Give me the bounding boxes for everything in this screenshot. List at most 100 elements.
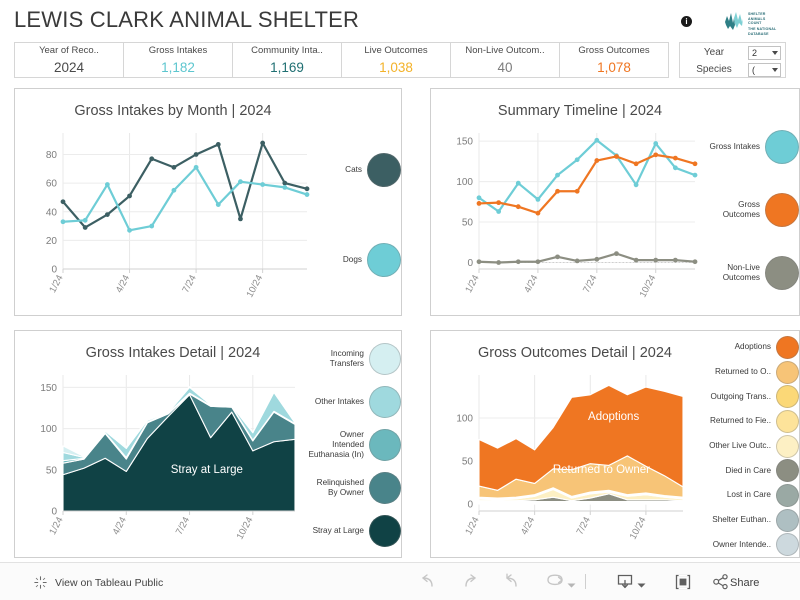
data-point[interactable] (653, 257, 659, 263)
view-on-tableau-public-link[interactable]: View on Tableau Public (33, 575, 163, 590)
data-point[interactable] (104, 212, 110, 217)
redo-button[interactable] (460, 573, 480, 596)
refresh-dropdown-button[interactable] (566, 577, 577, 595)
data-point[interactable] (60, 199, 66, 205)
data-point[interactable] (515, 259, 521, 265)
legend-item[interactable]: Other Live Outc.. (689, 434, 799, 458)
data-point[interactable] (653, 152, 659, 158)
data-point[interactable] (653, 141, 659, 146)
data-point[interactable] (555, 188, 560, 194)
data-point[interactable] (238, 179, 243, 185)
data-point[interactable] (282, 185, 288, 190)
data-point[interactable] (476, 195, 482, 201)
data-point[interactable] (496, 260, 502, 265)
legend-item[interactable]: Dogs (315, 243, 401, 277)
legend-item[interactable]: Shelter Euthan.. (689, 508, 799, 532)
data-point[interactable] (555, 254, 560, 260)
kpi-cell[interactable]: Non-Live Outcom.. 40 (451, 43, 560, 77)
chart-plot-area[interactable]: 0 50 100 150 1/24 4/24 7/24 10/24 Stray at Large (33, 371, 301, 549)
kpi-cell[interactable]: Gross Intakes 1,182 (124, 43, 233, 77)
data-point[interactable] (692, 172, 698, 178)
data-point[interactable] (238, 216, 243, 222)
legend-item[interactable]: Died in Care (689, 459, 799, 483)
data-point[interactable] (594, 256, 600, 262)
legend-item[interactable]: Owner Intended Euthanasia (In) (301, 428, 401, 461)
kpi-cell[interactable]: Community Inta.. 1,169 (233, 43, 342, 77)
data-point[interactable] (282, 180, 288, 186)
legend-item[interactable]: Other Intakes (301, 385, 401, 418)
data-point[interactable] (535, 196, 541, 202)
data-point[interactable] (535, 259, 541, 265)
data-point[interactable] (692, 259, 698, 265)
data-point[interactable] (515, 180, 521, 186)
data-point[interactable] (193, 152, 199, 157)
chart-plot-area[interactable]: 0 20 40 60 80 1/24 4/24 7/24 10/24 (33, 129, 313, 307)
legend-item[interactable]: Stray at Large (301, 514, 401, 547)
kpi-cell[interactable]: Live Outcomes 1,038 (342, 43, 451, 77)
legend-item[interactable]: Incoming Transfers (301, 342, 401, 375)
data-point[interactable] (82, 217, 88, 223)
undo-button[interactable] (418, 573, 438, 596)
legend-item[interactable]: Gross Intakes (703, 129, 799, 164)
kpi-cell[interactable]: Gross Outcomes 1,078 (560, 43, 668, 77)
data-point[interactable] (304, 186, 310, 192)
data-point[interactable] (535, 210, 541, 216)
data-point[interactable] (215, 142, 221, 147)
data-point[interactable] (672, 257, 678, 263)
download-button[interactable] (616, 573, 634, 596)
line-series[interactable] (477, 153, 697, 215)
kpi-cell[interactable]: Year of Reco.. 2024 (15, 43, 124, 77)
legend-item[interactable]: Gross Outcomes (703, 193, 799, 227)
data-point[interactable] (127, 227, 132, 233)
data-point[interactable] (614, 251, 619, 257)
data-point[interactable] (633, 257, 639, 263)
line-series[interactable] (61, 166, 309, 232)
data-point[interactable] (594, 137, 600, 143)
fullscreen-button[interactable] (674, 573, 692, 596)
data-point[interactable] (614, 154, 619, 159)
chart-plot-area[interactable]: 0 50 100 150 1/24 4/24 7/24 10/24 (449, 129, 701, 307)
filter-dropdown-species[interactable]: ( (748, 62, 781, 77)
legend-item[interactable]: Lost in Care (689, 483, 799, 507)
data-point[interactable] (555, 172, 560, 178)
data-point[interactable] (692, 161, 698, 167)
data-point[interactable] (82, 225, 88, 230)
data-point[interactable] (304, 192, 310, 197)
info-icon[interactable]: i (681, 16, 692, 27)
data-point[interactable] (149, 156, 155, 162)
data-point[interactable] (594, 158, 600, 163)
legend-item[interactable]: Owner Intende.. (689, 533, 799, 557)
data-point[interactable] (574, 188, 580, 194)
data-point[interactable] (515, 204, 521, 210)
legend-item[interactable]: Returned to O.. (689, 360, 799, 384)
chart-plot-area[interactable]: 0 50 100 1/24 4/24 7/24 10/24 Adoptions Returned… (449, 371, 689, 549)
legend-item[interactable]: Non-Live Outcomes (703, 256, 799, 291)
legend-item[interactable]: Outgoing Trans.. (689, 385, 799, 409)
data-point[interactable] (672, 155, 678, 161)
download-dropdown-button[interactable] (636, 577, 647, 595)
data-point[interactable] (574, 157, 580, 163)
data-point[interactable] (496, 200, 502, 206)
data-point[interactable] (574, 258, 580, 264)
data-point[interactable] (104, 182, 110, 187)
data-point[interactable] (127, 193, 132, 199)
data-point[interactable] (476, 259, 482, 265)
legend-item[interactable]: Adoptions (689, 335, 799, 359)
data-point[interactable] (260, 182, 266, 187)
data-point[interactable] (171, 164, 177, 170)
filter-dropdown-year[interactable]: 2 (748, 45, 781, 60)
data-point[interactable] (672, 165, 678, 171)
data-point[interactable] (633, 182, 639, 188)
line-series[interactable] (477, 252, 697, 264)
data-point[interactable] (215, 202, 221, 207)
data-point[interactable] (496, 209, 502, 214)
data-point[interactable] (476, 201, 482, 206)
share-button[interactable] (712, 573, 730, 596)
revert-button[interactable] (502, 573, 522, 596)
data-point[interactable] (171, 187, 177, 193)
legend-item[interactable]: Cats (315, 153, 401, 187)
data-point[interactable] (260, 140, 266, 146)
data-point[interactable] (60, 219, 66, 225)
data-point[interactable] (193, 164, 199, 170)
refresh-button[interactable] (544, 573, 566, 596)
